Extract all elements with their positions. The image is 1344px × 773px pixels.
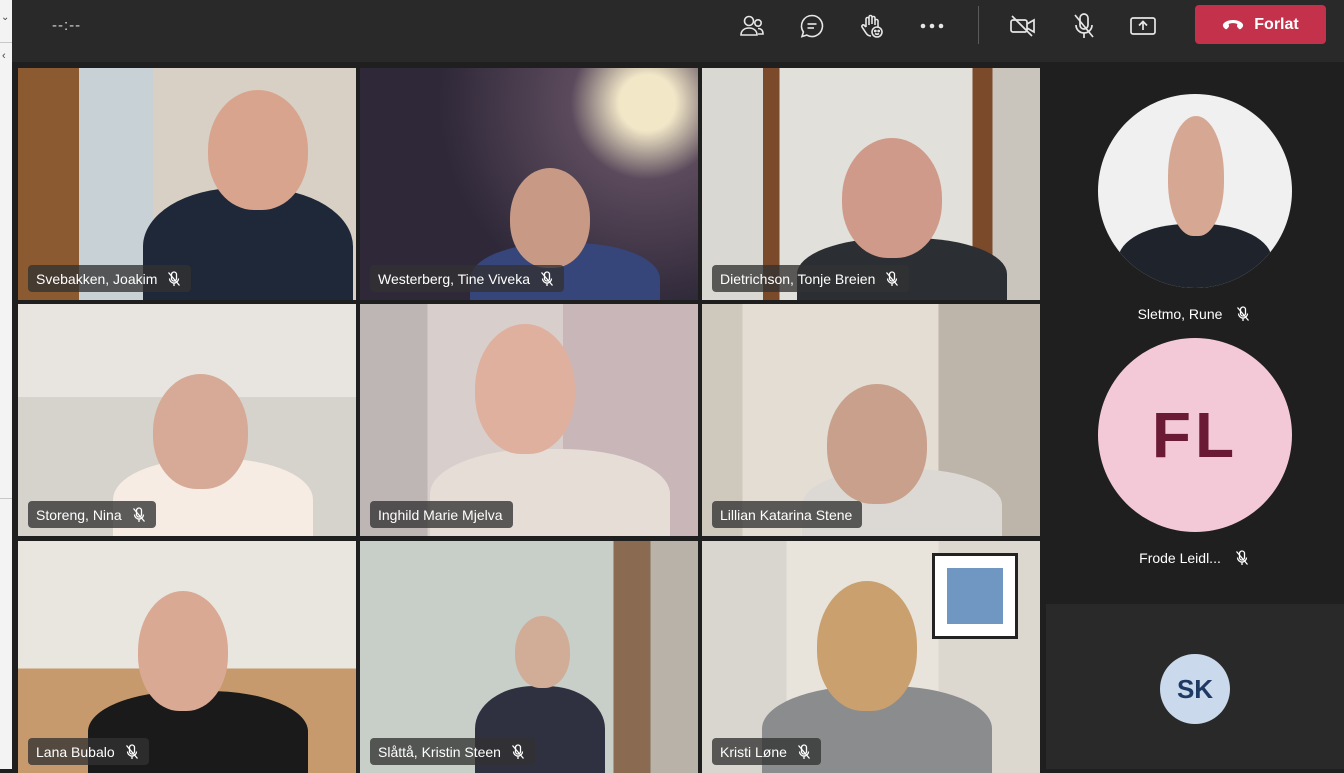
camera-off-icon <box>1010 15 1035 37</box>
participant-name-tag: Inghild Marie Mjelva <box>370 501 513 528</box>
avatar-initials: FL <box>1151 399 1239 471</box>
participant-head <box>510 168 590 268</box>
leave-label: Forlat <box>1254 15 1299 33</box>
meeting-toolbar: --:-- Forlat <box>12 0 1344 62</box>
participant-name: Dietrichson, Tonje Breien <box>720 270 876 287</box>
meeting-timer: --:-- <box>52 17 82 34</box>
video-tile[interactable]: Storeng, Nina <box>18 304 356 536</box>
video-tile[interactable]: Westerberg, Tine Viveka <box>360 68 698 300</box>
participant-name-tag: Dietrichson, Tonje Breien <box>712 265 910 292</box>
video-tile[interactable]: Lillian Katarina Stene <box>702 304 1040 536</box>
participant-head <box>842 138 942 258</box>
mic-off-icon <box>168 270 181 286</box>
participant-name: Westerberg, Tine Viveka <box>378 270 531 287</box>
chat-icon <box>800 14 824 38</box>
background-window-edge: ⌄ ‹ <box>0 0 12 769</box>
participant-name-tag: Svebakken, Joakim <box>28 265 192 292</box>
mic-off-icon <box>125 743 138 759</box>
share-screen-button[interactable] <box>1123 10 1163 42</box>
divider <box>0 42 12 43</box>
participant-avatar-initials: SK <box>1160 654 1230 724</box>
mic-off-icon <box>1237 306 1250 321</box>
participant-name-tag: Lana Bubalo <box>28 738 149 765</box>
participant-name-tag: Westerberg, Tine Viveka <box>370 265 565 292</box>
participant-head <box>827 384 927 504</box>
divider <box>0 498 12 499</box>
chevron-left-icon[interactable]: ‹ <box>2 50 6 62</box>
camera-toggle-button[interactable] <box>1003 10 1043 42</box>
toolbar-divider <box>978 6 979 44</box>
participant-name-tag: Slåttå, Kristin Steen <box>370 738 535 765</box>
participant-name: Frode Leidl... <box>1139 550 1221 566</box>
leave-button[interactable]: Forlat <box>1195 5 1326 44</box>
mic-off-icon <box>1074 13 1094 38</box>
mic-off-icon <box>1235 550 1248 565</box>
mic-off-icon <box>132 506 145 522</box>
participant-name-tag: Frode Leidl... <box>1044 550 1344 566</box>
video-tile[interactable]: Slåttå, Kristin Steen <box>360 541 698 773</box>
participant-head <box>817 581 917 711</box>
participant-name: Svebakken, Joakim <box>36 270 158 287</box>
participant-name: Lillian Katarina Stene <box>720 506 853 523</box>
participant-head <box>475 324 575 454</box>
participant-name: Kristi Løne <box>720 743 787 760</box>
hang-up-icon <box>1223 19 1244 29</box>
participant-name: Lana Bubalo <box>36 743 115 760</box>
participant-name: Inghild Marie Mjelva <box>378 506 503 523</box>
mic-off-icon <box>797 743 810 759</box>
participant-name: Slåttå, Kristin Steen <box>378 743 501 760</box>
wall-picture <box>932 553 1018 639</box>
participant-name: Sletmo, Rune <box>1137 306 1223 322</box>
raise-hand-button[interactable] <box>852 10 892 42</box>
mic-toggle-button[interactable] <box>1064 10 1104 42</box>
participants-icon <box>740 15 764 36</box>
video-tile-active-speaker[interactable]: Inghild Marie Mjelva <box>360 304 698 536</box>
video-tile[interactable]: Kristi Løne <box>702 541 1040 773</box>
self-preview-tile[interactable]: SK <box>1046 604 1344 769</box>
participant-head <box>153 374 248 489</box>
more-options-button[interactable] <box>912 10 952 42</box>
participant-head <box>138 591 228 711</box>
mic-off-icon <box>886 270 899 286</box>
participants-button[interactable] <box>732 10 772 42</box>
avatar-initials: SK <box>1176 673 1214 704</box>
participant-avatar-photo[interactable] <box>1098 94 1292 288</box>
participant-avatar-initials[interactable]: FL <box>1098 338 1292 532</box>
participant-name-tag: Lillian Katarina Stene <box>712 501 863 528</box>
chat-button[interactable] <box>792 10 832 42</box>
mic-off-icon <box>541 270 554 286</box>
raise-hand-icon <box>861 14 883 38</box>
video-tile[interactable]: Lana Bubalo <box>18 541 356 773</box>
participant-name-tag: Sletmo, Rune <box>1044 306 1344 322</box>
video-tile[interactable]: Dietrichson, Tonje Breien <box>702 68 1040 300</box>
participant-name-tag: Kristi Løne <box>712 738 821 765</box>
participant-head <box>208 90 308 210</box>
more-options-icon <box>920 23 944 29</box>
mic-off-icon <box>511 743 524 759</box>
participant-name: Storeng, Nina <box>36 506 122 523</box>
share-screen-icon <box>1130 17 1156 35</box>
video-tile[interactable]: Svebakken, Joakim <box>18 68 356 300</box>
participant-name-tag: Storeng, Nina <box>28 501 156 528</box>
participant-head <box>515 616 570 688</box>
chevron-down-icon: ⌄ <box>1 12 10 23</box>
